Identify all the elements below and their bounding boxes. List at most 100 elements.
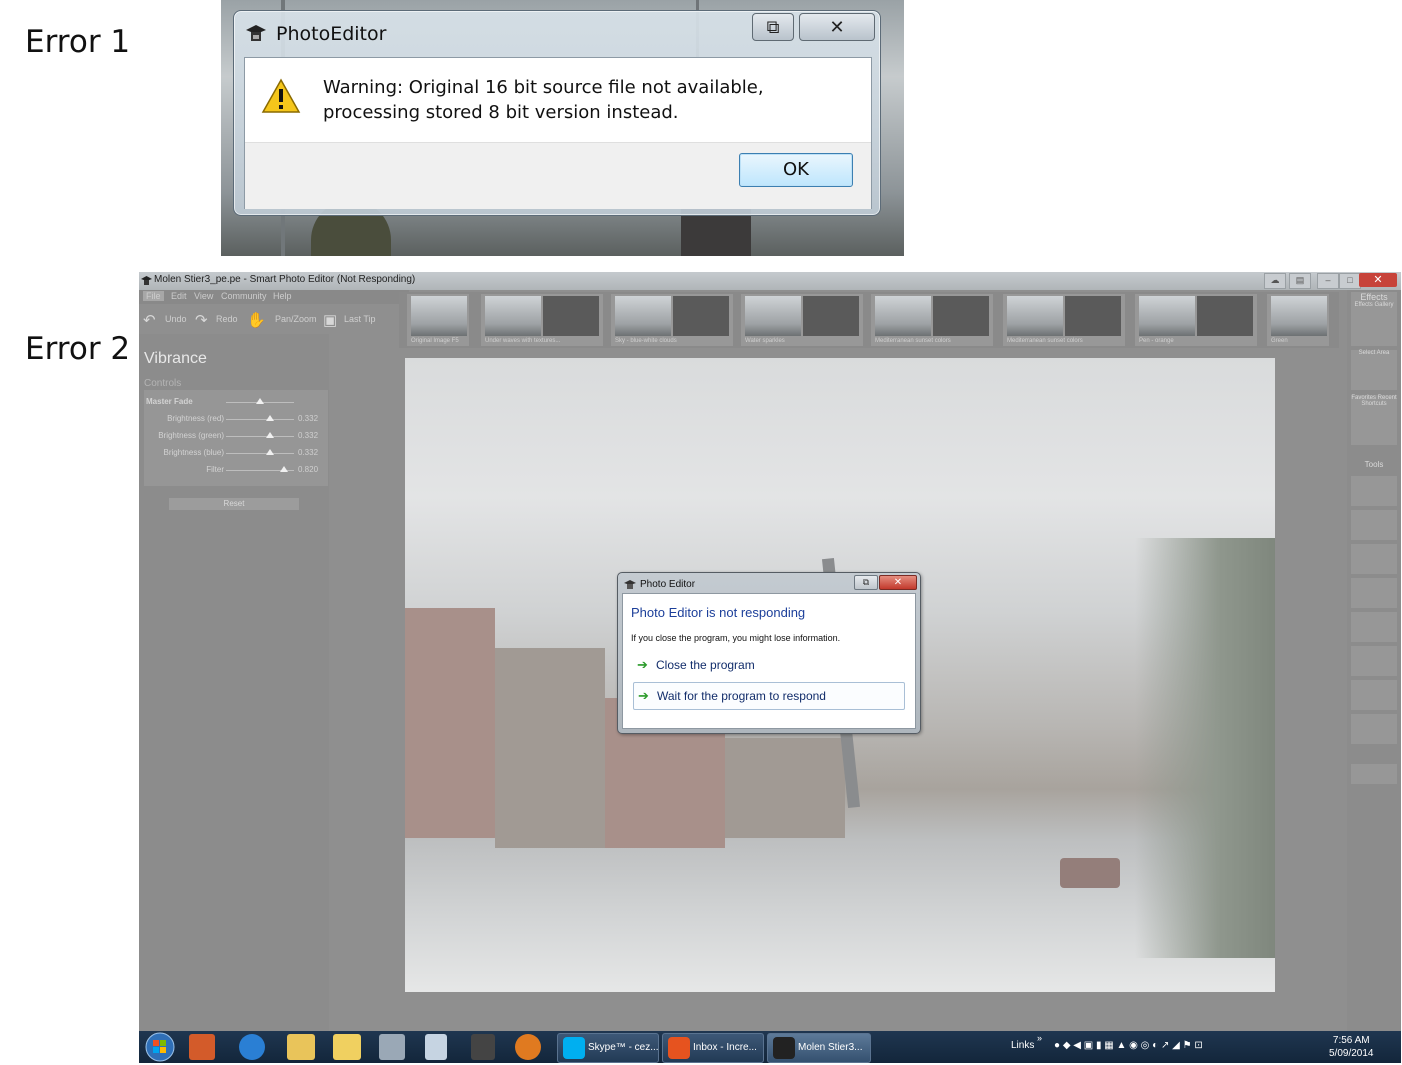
maximize-button[interactable]: □ [1339,273,1361,289]
effect-thumbnail[interactable]: Mediterranean sunset colors [871,294,993,346]
notepad-icon[interactable] [425,1034,447,1060]
menu-edit[interactable]: Edit [171,291,187,301]
slider-handle[interactable] [266,449,275,455]
ok-button[interactable]: OK [739,153,853,187]
cloud-icon[interactable]: ☁ [1264,273,1286,289]
slider-row: Brightness (red) 0.332 [144,413,328,427]
effect-thumbnail[interactable]: Sky - blue-white clouds [611,294,733,346]
right-panel: Effects Effects Gallery Select Area Favo… [1347,290,1401,1031]
paint-icon[interactable] [379,1034,405,1060]
start-button-icon[interactable] [145,1032,175,1062]
thumbnail-mask [933,296,989,336]
folder-icon[interactable] [333,1034,361,1060]
slider-handle[interactable] [256,398,264,404]
undo-icon[interactable]: ↶ [143,311,156,329]
panzoom-button[interactable]: Pan/Zoom [275,314,317,324]
molen-task-label: Molen Stier3... [798,1042,863,1053]
slider-handle[interactable] [279,466,288,472]
thumbnail-image [875,296,931,336]
tool-button[interactable] [1351,612,1397,642]
last-tip-button[interactable]: Last Tip [344,314,376,324]
media-player-icon[interactable] [189,1034,215,1060]
tool-button[interactable] [1351,476,1397,506]
effects-gallery-button[interactable]: Effects Gallery [1351,302,1397,308]
tool-button[interactable] [1351,680,1397,710]
reset-button[interactable]: Reset [169,498,299,510]
links-toolbar[interactable]: Links [1011,1040,1034,1051]
file-explorer-icon[interactable] [287,1034,315,1060]
molen-task[interactable]: Molen Stier3... [767,1033,871,1063]
app-window-title: Molen Stier3_pe.pe - Smart Photo Editor … [154,274,416,285]
slider-row: Brightness (green) 0.332 [144,430,328,444]
tip-icon[interactable]: ▣ [323,311,337,329]
restore-button[interactable]: ⧉ [752,13,794,41]
slider-value: 0.332 [298,448,319,457]
dialog-title: PhotoEditor [276,23,387,45]
internet-explorer-icon[interactable] [239,1034,265,1060]
camera-icon[interactable] [471,1034,495,1060]
menu-help[interactable]: Help [273,291,292,301]
tool-button[interactable] [1351,764,1397,784]
tool-button[interactable] [1351,510,1397,540]
skype-task[interactable]: Skype™ - cez... [557,1033,659,1063]
slider-handle[interactable] [266,415,275,421]
close-button[interactable]: ✕ [799,13,875,41]
tool-button[interactable] [1351,544,1397,574]
effect-caption: Pen - orange [1139,338,1174,344]
close-button[interactable]: ✕ [879,575,917,590]
effect-thumbnail[interactable]: Pen - orange [1135,294,1257,346]
menu-view[interactable]: View [194,291,213,301]
wait-program-option[interactable]: ➔ Wait for the program to respond [633,682,905,710]
skype-icon [563,1037,585,1059]
thumbnail-image [411,296,467,336]
favorites-button[interactable]: Favorites Recent Shortcuts [1351,395,1397,445]
slider-track[interactable] [226,436,294,437]
tool-button[interactable] [1351,646,1397,676]
warning-dialog: PhotoEditor ⧉ ✕ Warning: Original 16 bit… [233,10,881,216]
clock-date: 5/09/2014 [1329,1048,1374,1059]
not-responding-dialog: Photo Editor ⧉ ✕ Photo Editor is not res… [617,572,921,734]
effect-thumbnail[interactable]: Mediterranean sunset colors [1003,294,1125,346]
effect-caption: Under waves with textures... [485,338,561,344]
effects-section: Effects Effects Gallery [1351,292,1397,346]
select-area-button[interactable]: Select Area [1351,350,1397,390]
inbox-task[interactable]: Inbox - Incre... [662,1033,764,1063]
taskbar-clock[interactable]: 7:56 AM 5/09/2014 [1329,1034,1374,1060]
thumbnail-image [615,296,671,336]
minimize-button[interactable]: – [1317,273,1339,289]
slider-value: 0.332 [298,414,319,423]
menu-file[interactable]: File [143,291,164,301]
undo-button[interactable]: Undo [165,314,187,324]
slider-row: Brightness (blue) 0.332 [144,447,328,461]
slider-label: Brightness (red) [167,414,224,423]
thumbnail-image [745,296,801,336]
slider-row: Filter 0.820 [144,464,328,478]
effect-caption: Green [1271,338,1288,344]
controls-box: Master Fade Brightness (red) 0.332 Brightne… [144,390,328,486]
close-program-option[interactable]: ➔ Close the program [633,652,903,678]
hand-icon[interactable]: ✋ [247,311,266,329]
redo-icon[interactable]: ↷ [195,311,208,329]
restore-button[interactable]: ⧉ [854,575,878,590]
avast-icon[interactable] [515,1034,541,1060]
effect-thumbnail[interactable]: Under waves with textures... [481,294,603,346]
tool-button[interactable] [1351,578,1397,608]
thumbnail-mask [673,296,729,336]
effect-thumbnail[interactable]: Water sparkles [741,294,863,346]
slider-track[interactable] [226,419,294,420]
thumbnail-image [1271,296,1327,336]
app-close-button[interactable]: ✕ [1359,273,1397,287]
tray-icons[interactable]: ● ◆ ◀ ▣ ▮ ▦ ▲ ◉ ◎ ◐ ↗ ◢ ⚑ ⊡ [1054,1040,1203,1051]
settings-icon[interactable]: ▤ [1289,273,1311,289]
menu-community[interactable]: Community [221,291,267,301]
tools-heading: Tools [1364,460,1384,469]
chevron-icon[interactable]: » [1037,1033,1042,1043]
effect-thumbnail[interactable]: Original Image F5 [407,294,469,346]
slider-track[interactable] [226,453,294,454]
effect-thumbnail[interactable]: Green [1267,294,1329,346]
tool-button[interactable] [1351,714,1397,744]
error1-screenshot: PhotoEditor ⧉ ✕ Warning: Original 16 bit… [221,0,904,256]
slider-handle[interactable] [266,432,275,438]
thumbnail-image [1139,296,1195,336]
redo-button[interactable]: Redo [216,314,238,324]
